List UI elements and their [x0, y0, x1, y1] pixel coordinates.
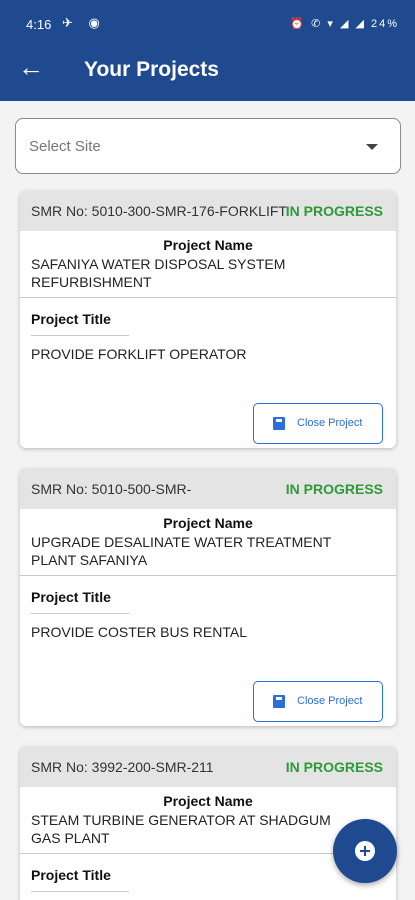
divider — [31, 335, 129, 336]
status-left-icons: ✈ ◉ — [62, 15, 106, 30]
site-select[interactable]: Select Site — [15, 118, 401, 174]
status-bar: 4:16 ✈ ◉ ⏰ ✆ ▾ ◢ ◢ 24% — [0, 0, 415, 40]
dropdown-caret-icon — [366, 144, 378, 150]
status-badge: IN PROGRESS — [285, 759, 383, 775]
project-name-label: Project Name — [163, 515, 253, 531]
close-project-button[interactable]: Close Project — [253, 681, 383, 722]
save-icon — [273, 417, 285, 430]
site-select-placeholder: Select Site — [29, 138, 101, 155]
add-icon — [355, 841, 375, 861]
divider — [20, 575, 396, 576]
project-title-label: Project Title — [31, 311, 111, 327]
smr-number: SMR No: 3992-200-SMR-211 — [31, 759, 214, 775]
smr-number: SMR No: 5010-300-SMR-176-FORKLIFT — [31, 203, 287, 219]
project-name-value: SAFANIYA WATER DISPOSAL SYSTEM REFURBISH… — [31, 256, 286, 290]
project-card-header: SMR No: 5010-500-SMR- IN PROGRESS — [20, 469, 396, 509]
add-project-button[interactable] — [333, 819, 397, 883]
project-title-label: Project Title — [31, 867, 111, 883]
divider — [31, 891, 129, 892]
status-time: 4:16 — [26, 17, 52, 32]
divider — [31, 613, 129, 614]
page-title: Your Projects — [84, 58, 219, 81]
app-bar: ← Your Projects — [0, 40, 415, 101]
divider — [20, 297, 396, 298]
status-badge: IN PROGRESS — [285, 481, 383, 497]
close-project-button[interactable]: Close Project — [253, 403, 383, 444]
project-name-value: UPGRADE DESALINATE WATER TREATMENT PLANT… — [31, 534, 332, 568]
project-card-header: SMR No: 3992-200-SMR-211 IN PROGRESS — [20, 747, 396, 787]
close-project-label: Close Project — [297, 417, 363, 429]
project-title-label: Project Title — [31, 589, 111, 605]
arrow-left-icon[interactable]: ← — [18, 52, 48, 82]
status-badge: IN PROGRESS — [285, 203, 383, 219]
project-card[interactable]: SMR No: 5010-500-SMR- IN PROGRESS Projec… — [20, 469, 396, 726]
project-title-value: PROVIDE FORKLIFT OPERATOR — [31, 346, 247, 362]
smr-number: SMR No: 5010-500-SMR- — [31, 481, 192, 497]
close-project-label: Close Project — [297, 695, 363, 707]
save-icon — [273, 695, 285, 708]
project-name-label: Project Name — [163, 793, 253, 809]
status-right-icons: ⏰ ✆ ▾ ◢ ◢ 24% — [290, 18, 399, 30]
project-card-header: SMR No: 5010-300-SMR-176-FORKLIFT IN PRO… — [20, 191, 396, 231]
project-card[interactable]: SMR No: 3992-200-SMR-211 IN PROGRESS Pro… — [20, 747, 396, 900]
project-name-value: STEAM TURBINE GENERATOR AT SHADGUM GAS P… — [31, 812, 331, 846]
project-name-label: Project Name — [163, 237, 253, 253]
project-title-value: PROVIDE COSTER BUS RENTAL — [31, 624, 248, 640]
project-card[interactable]: SMR No: 5010-300-SMR-176-FORKLIFT IN PRO… — [20, 191, 396, 448]
